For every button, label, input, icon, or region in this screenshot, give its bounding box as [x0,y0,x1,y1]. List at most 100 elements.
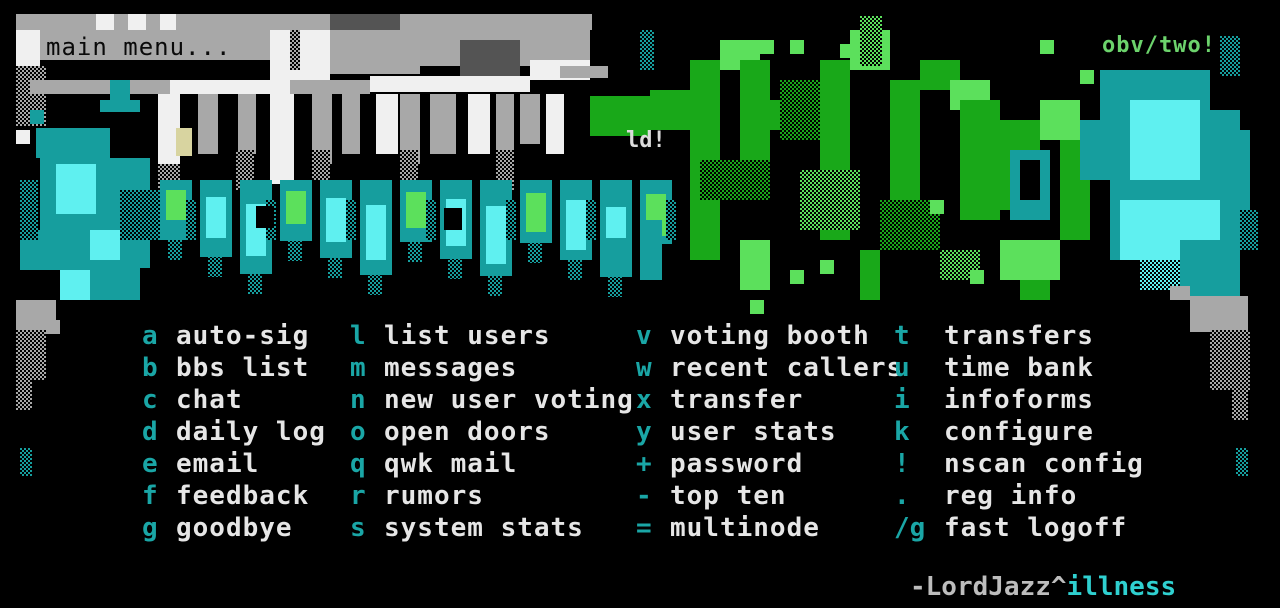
logo-letter-block [238,94,256,154]
menu-key: q [350,449,366,479]
menu-key: = [636,513,652,543]
menu-item[interactable]: u time bank [894,352,1194,384]
menu-item[interactable]: i infoforms [894,384,1194,416]
menu-label: auto-sig [176,321,310,351]
art-block [370,76,530,92]
art-block [606,207,626,238]
menu-key: l [350,321,366,351]
menu-item[interactable]: y user stats [636,416,936,448]
menu-item[interactable]: = multinode [636,512,936,544]
menu-key: ! [894,449,910,479]
menu-title: main menu... [46,33,232,61]
signature-group: illness [1066,572,1177,602]
menu-item[interactable]: w recent callers [636,352,936,384]
art-block [166,190,186,220]
art-block [1240,210,1258,250]
menu-label: recent callers [670,353,904,383]
art-block [346,200,356,240]
menu-key: m [350,353,366,383]
art-block [20,180,38,240]
menu-label: open doors [384,417,551,447]
menu-item[interactable]: s system stats [350,512,650,544]
art-block [30,80,170,94]
art-block [890,80,920,220]
menu-label: daily log [176,417,326,447]
art-block [426,200,436,240]
menu-item[interactable]: r rumors [350,480,650,512]
art-block [290,80,370,94]
menu-item[interactable]: ! nscan config [894,448,1194,480]
art-block [326,198,346,242]
art-block [960,100,1000,220]
artist-signature: -LordJazz^illness [910,572,1176,602]
art-block [568,260,582,280]
art-block [666,200,676,240]
art-block [1080,120,1120,180]
menu-item[interactable]: k configure [894,416,1194,448]
art-block [860,250,880,300]
signature-author: -LordJazz^ [910,572,1067,602]
menu-item[interactable]: m messages [350,352,650,384]
art-block [700,160,770,200]
art-block [330,14,400,30]
art-block [20,448,32,476]
logo-letter-block [270,94,294,184]
art-block [1170,286,1190,300]
menu-label: fast logoff [944,513,1128,543]
art-block [16,130,30,144]
menu-key: r [350,481,366,511]
art-block [608,277,622,297]
menu-label: goodbye [176,513,293,543]
art-block [488,276,502,296]
menu-label: infoforms [944,385,1094,415]
menu-item[interactable]: q qwk mail [350,448,650,480]
art-block [444,208,462,230]
menu-label: reg info [944,481,1078,511]
art-block [640,220,662,280]
menu-key: w [636,353,652,383]
menu-label: transfers [944,321,1094,351]
menu-key: i [894,385,910,415]
art-block [120,190,160,240]
menu-item[interactable]: /g fast logoff [894,512,1194,544]
menu-key: /g [894,513,926,543]
menu-item[interactable]: v voting booth [636,320,936,352]
art-block [526,193,546,232]
art-block [328,258,342,278]
art-block [1000,240,1060,280]
art-block [168,240,182,260]
menu-key: o [350,417,366,447]
menu-item[interactable]: . reg info [894,480,1194,512]
art-block [60,270,90,300]
logo-drip [312,150,330,180]
board-tag: obv/two! [1102,33,1216,58]
menu-item[interactable]: + password [636,448,936,480]
art-block [170,80,290,94]
menu-item[interactable]: x transfer [636,384,936,416]
art-block [1220,36,1240,76]
art-block [176,128,192,156]
art-block [30,110,44,124]
menu-key: y [636,417,652,447]
menu-label: list users [384,321,551,351]
art-block [566,200,586,250]
logo-letter-block [198,94,218,154]
green-pixel [1080,70,1094,84]
menu-label: system stats [384,513,584,543]
art-block [1020,280,1050,300]
menu-item[interactable]: n new user voting [350,384,650,416]
art-block [330,30,420,74]
menu-key: c [142,385,158,415]
menu-label: voting booth [670,321,870,351]
menu-item[interactable]: - top ten [636,480,936,512]
green-pixel [840,44,854,58]
menu-item[interactable]: l list users [350,320,650,352]
menu-item[interactable]: t transfers [894,320,1194,352]
art-block [860,16,882,66]
art-block [16,330,46,380]
menu-key: s [350,513,366,543]
art-block [290,30,300,70]
green-pixel [760,40,774,54]
menu-item[interactable]: o open doors [350,416,650,448]
menu-label: multinode [670,513,820,543]
